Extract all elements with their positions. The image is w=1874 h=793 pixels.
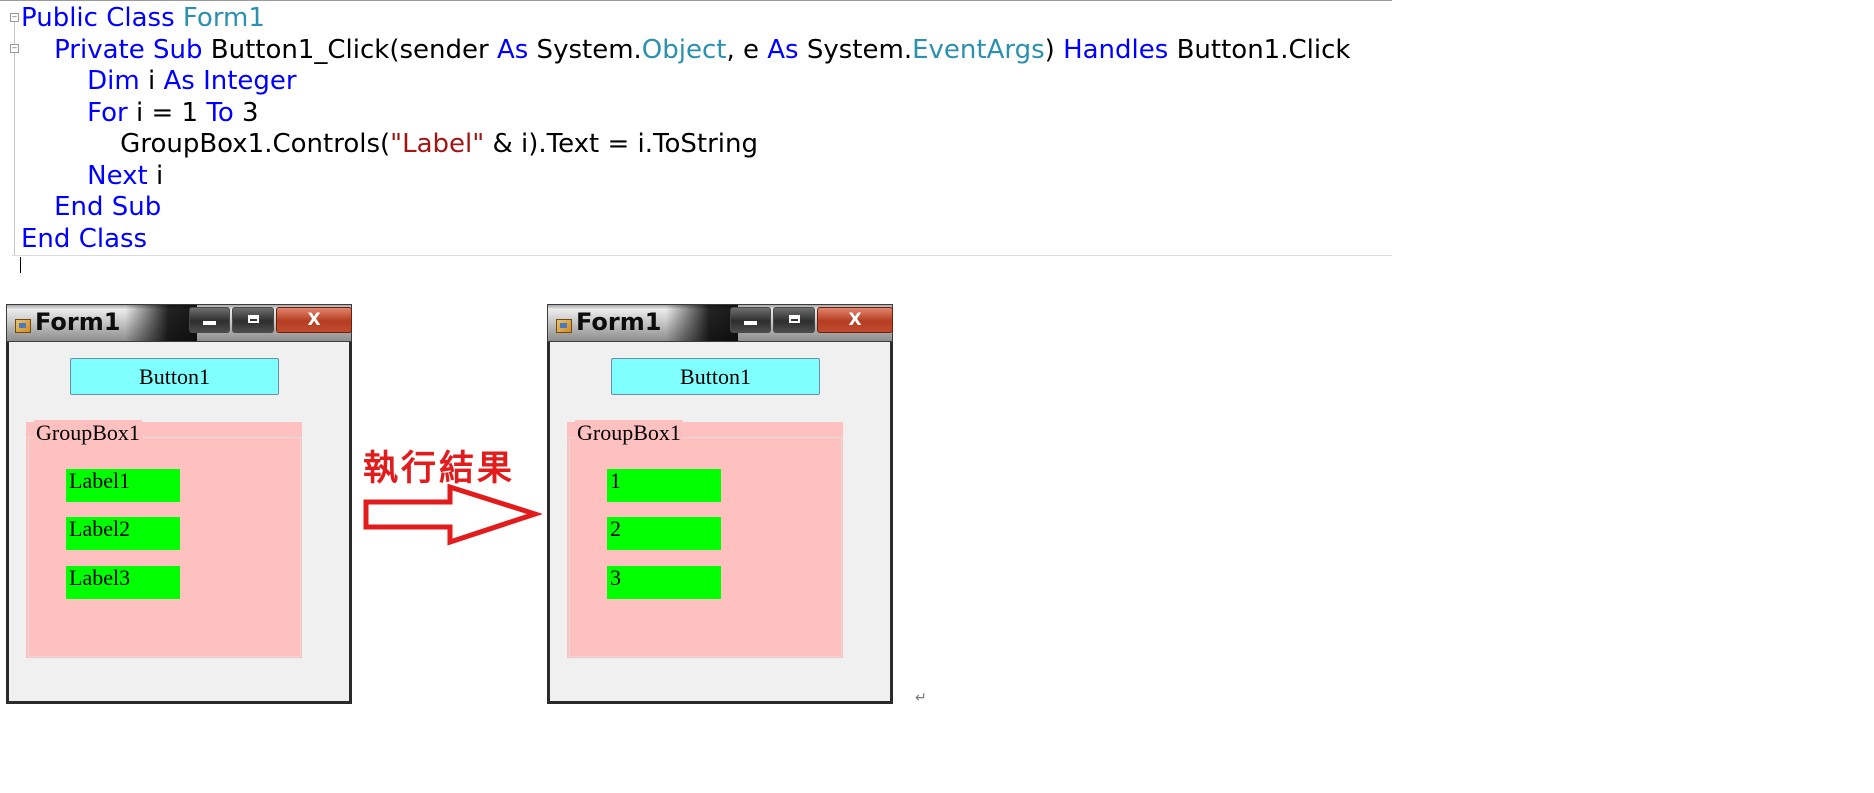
minimize-button[interactable]	[730, 307, 771, 333]
text-caret	[20, 257, 21, 273]
groupbox1: GroupBox1 Label1 Label2 Label3	[26, 420, 302, 658]
maximize-button[interactable]	[232, 307, 274, 333]
form-titlebar[interactable]: Form1 X	[547, 304, 893, 342]
close-button[interactable]: X	[276, 307, 352, 333]
collapse-class-icon[interactable]: −	[10, 13, 19, 22]
code-token: )	[1044, 34, 1064, 65]
code-token: As	[163, 66, 195, 96]
code-line: For i = 1 To 3	[21, 97, 259, 129]
code-token: EventArgs	[912, 34, 1045, 65]
maximize-button[interactable]	[773, 307, 815, 333]
minimize-icon	[744, 321, 757, 325]
code-line: Private Sub Button1_Click(sender As Syst…	[21, 35, 1350, 66]
minimize-button[interactable]	[189, 307, 230, 333]
code-token: To	[206, 97, 234, 128]
code-token: Next	[87, 160, 148, 191]
button1[interactable]: Button1	[70, 358, 279, 395]
label2: 2	[607, 517, 721, 550]
code-editor[interactable]: − − Public Class Form1 Private Sub Butto…	[0, 0, 1392, 273]
label1: 1	[607, 469, 721, 502]
code-line: End Class	[21, 224, 147, 255]
code-token: Handles	[1063, 34, 1169, 65]
code-token: End	[54, 192, 104, 222]
code-token: , e	[726, 34, 768, 65]
form-titlebar[interactable]: Form1 X	[6, 304, 352, 342]
label3: 3	[607, 566, 721, 599]
code-line: Next i	[21, 161, 163, 192]
code-token: Object	[641, 34, 727, 65]
groupbox-caption: GroupBox1	[575, 420, 683, 446]
maximize-icon	[788, 315, 800, 323]
code-token: Class	[78, 223, 148, 254]
code-token: Dim	[87, 66, 140, 96]
code-token: Class	[106, 3, 175, 33]
close-button[interactable]: X	[817, 307, 893, 333]
groupbox-caption: GroupBox1	[34, 420, 142, 446]
code-token: Button1.Click	[1168, 34, 1351, 65]
code-token: Sub	[152, 34, 203, 65]
code-token: For	[87, 97, 128, 128]
minimize-icon	[203, 321, 216, 325]
code-token: Sub	[111, 192, 162, 222]
code-token: End	[21, 223, 71, 254]
code-token: Integer	[203, 66, 297, 96]
editor-divider	[12, 255, 1392, 256]
code-token: System.	[528, 34, 642, 65]
maximize-icon	[247, 315, 259, 323]
right-arrow-icon	[363, 483, 542, 546]
code-line: Public Class Form1	[21, 3, 265, 34]
code-token: 3	[233, 97, 259, 128]
label3: Label3	[66, 566, 180, 599]
code-token: Private	[54, 34, 145, 65]
code-token: "Label"	[390, 129, 485, 159]
code-token: i	[139, 66, 164, 96]
code-token: & i).Text = i.ToString	[484, 129, 759, 159]
form-title: Form1	[35, 308, 121, 336]
button1[interactable]: Button1	[611, 358, 820, 395]
code-token: As	[496, 34, 529, 65]
form-window-after: Form1 X Button1 GroupBox1 1 2 3	[547, 304, 893, 704]
code-token: GroupBox1.Controls(	[21, 129, 391, 159]
code-line: GroupBox1.Controls("Label" & i).Text = i…	[21, 129, 758, 160]
code-token: Public	[21, 3, 98, 33]
code-token: As	[767, 34, 799, 65]
code-token: i	[147, 160, 164, 191]
code-token: i = 1	[127, 97, 207, 128]
code-token: Button1_Click(sender	[202, 34, 497, 65]
collapse-sub-icon[interactable]: −	[10, 44, 19, 53]
form-app-icon	[556, 319, 572, 333]
close-icon: X	[307, 310, 321, 330]
label1: Label1	[66, 469, 180, 502]
paragraph-mark: ↵	[915, 690, 927, 706]
code-line: End Sub	[21, 192, 161, 223]
code-token: Form1	[182, 3, 265, 33]
groupbox1: GroupBox1 1 2 3	[567, 420, 843, 658]
form-title: Form1	[576, 308, 662, 336]
code-token: System.	[798, 34, 913, 65]
close-icon: X	[848, 310, 862, 330]
form-window-before: Form1 X Button1 GroupBox1 Label1 Label2 …	[6, 304, 352, 704]
code-line: Dim i As Integer	[21, 66, 297, 97]
label2: Label2	[66, 517, 180, 550]
form-app-icon	[15, 319, 31, 333]
